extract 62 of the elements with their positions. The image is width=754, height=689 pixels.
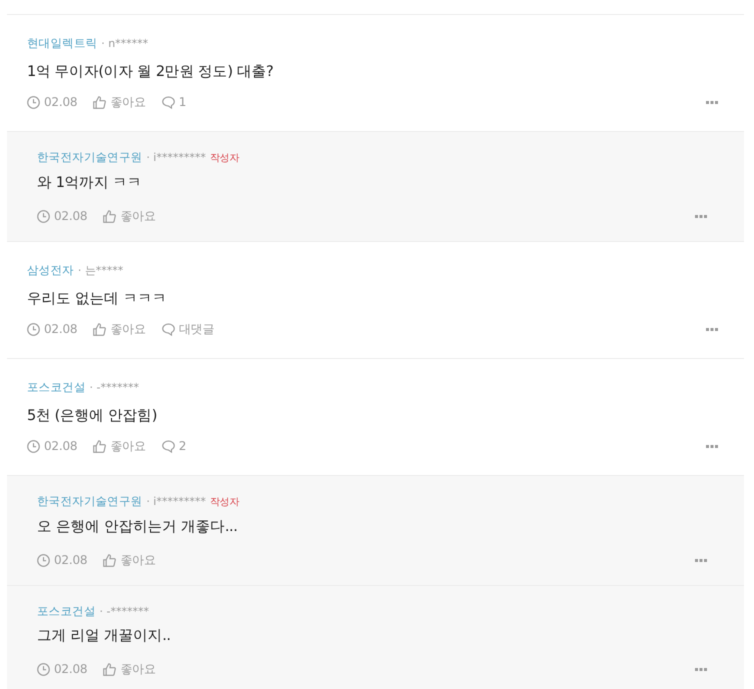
more-icon: [695, 668, 707, 670]
date-text: 02.08: [44, 321, 78, 338]
more-button[interactable]: [705, 325, 719, 333]
clock-icon: [27, 322, 40, 336]
author-label: 작성자: [210, 496, 239, 510]
user-id: · n******: [101, 36, 148, 52]
more-icon: [695, 558, 707, 562]
date-text: 02.08: [44, 94, 78, 111]
more-button[interactable]: [694, 665, 708, 673]
comment-text: 오 은행에 안잡히는거 개좋다...: [37, 518, 238, 537]
like-button[interactable]: 좋아요: [103, 550, 156, 570]
user-id: · 는*****: [78, 263, 124, 279]
user-id: · -*******: [90, 380, 139, 396]
comment-text: 5천 (은행에 안잡힘): [27, 407, 158, 426]
thumbs-up-icon: [103, 554, 116, 566]
thumbs-up-icon: [103, 662, 116, 676]
speech-bubble-icon: [162, 440, 175, 452]
more-icon: [706, 100, 718, 104]
company-name[interactable]: 삼성전자: [27, 262, 74, 278]
user-id: · -*******: [100, 604, 149, 620]
thumbs-up-icon: [93, 440, 106, 452]
clock-icon: [27, 96, 40, 108]
date-text: 02.08: [54, 661, 88, 678]
reply-button[interactable]: 2: [162, 436, 186, 456]
clock-icon: [37, 554, 50, 566]
user-id: · i*********: [146, 150, 206, 166]
like-button[interactable]: 좋아요: [93, 436, 146, 456]
date-text: 02.08: [54, 552, 88, 569]
more-button[interactable]: [705, 442, 719, 450]
date-text: 02.08: [44, 438, 78, 455]
user-id: · i*********: [146, 494, 206, 510]
thumbs-up-icon: [93, 96, 106, 108]
speech-bubble-icon: [162, 322, 175, 336]
more-icon: [706, 444, 718, 448]
speech-bubble-icon: [162, 96, 175, 108]
clock-icon: [37, 210, 50, 222]
clock-icon: [37, 662, 50, 676]
company-name[interactable]: 한국전자기술연구원: [37, 493, 142, 509]
company-name[interactable]: 포스코건설: [37, 603, 96, 619]
comment-text: 1억 무이자(이자 월 2만원 정도) 대출?: [27, 63, 274, 82]
like-button[interactable]: 좋아요: [103, 206, 156, 226]
company-name[interactable]: 현대일렉트릭: [27, 35, 98, 51]
like-button[interactable]: 좋아요: [93, 319, 146, 339]
date-text: 02.08: [54, 208, 88, 225]
thumbs-up-icon: [103, 210, 116, 222]
more-button[interactable]: [694, 556, 708, 564]
more-button[interactable]: [705, 98, 719, 106]
thumbs-up-icon: [93, 322, 106, 336]
comment-text: 와 1억까지 ㅋㅋ: [37, 174, 143, 193]
clock-icon: [27, 440, 40, 452]
like-button[interactable]: 좋아요: [93, 92, 146, 112]
company-name[interactable]: 포스코건설: [27, 379, 86, 395]
more-icon: [706, 328, 718, 330]
comment-text: 우리도 없는데 ㅋㅋㅋ: [27, 290, 168, 309]
company-name[interactable]: 한국전자기술연구원: [37, 149, 142, 165]
author-label: 작성자: [210, 152, 239, 166]
reply-button[interactable]: 대댓글: [162, 319, 214, 339]
more-icon: [695, 214, 707, 218]
like-button[interactable]: 좋아요: [103, 659, 156, 679]
comment-text: 그게 리얼 개꿀이지..: [37, 627, 172, 646]
reply-button[interactable]: 1: [162, 92, 186, 112]
more-button[interactable]: [694, 212, 708, 220]
